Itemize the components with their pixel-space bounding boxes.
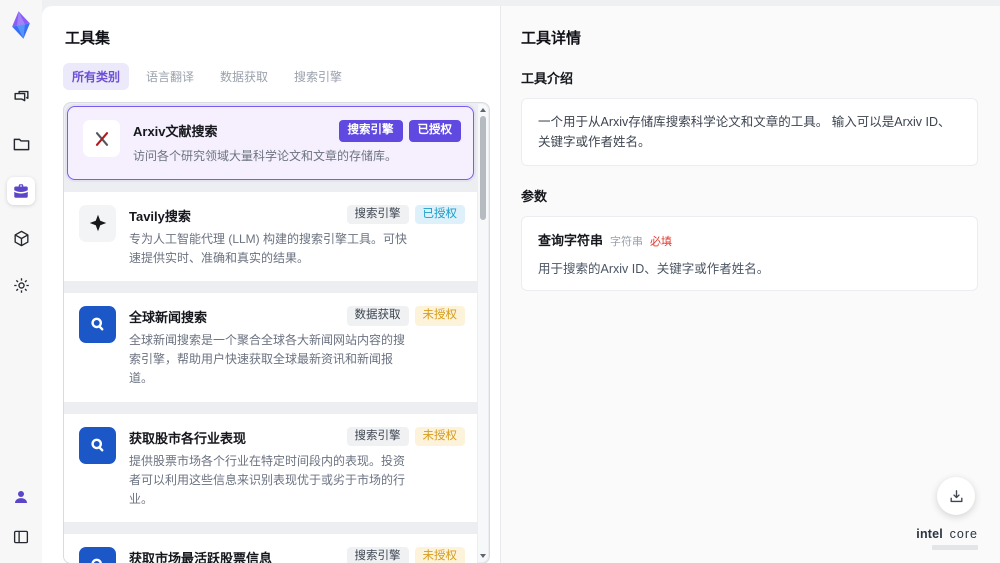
sidebar-item-chat[interactable] <box>7 83 35 111</box>
tool-card-tavily[interactable]: Tavily搜索 搜索引擎 已授权 专为人工智能代理 (LLM) 构建的搜索引擎… <box>64 191 477 282</box>
gear-icon <box>13 277 29 293</box>
tool-name: 获取市场最活跃股票信息 <box>129 551 273 563</box>
tool-name: Tavily搜索 <box>129 208 191 224</box>
scroll-down-arrow[interactable] <box>478 551 488 561</box>
sidebar-item-files[interactable] <box>7 130 35 158</box>
tool-card-sector-performance[interactable]: 获取股市各行业表现 搜索引擎 未授权 提供股票市场各个行业在特定时间段内的表现。… <box>64 413 477 523</box>
intro-box: 一个用于从Arxiv存储库搜索科学论文和文章的工具。 输入可以是Arxiv ID… <box>521 98 978 166</box>
param-description: 用于搜索的Arxiv ID、关键字或作者姓名。 <box>538 262 770 276</box>
folder-icon <box>13 138 29 150</box>
sidebar-item-collapse[interactable] <box>7 523 35 551</box>
intro-text: 一个用于从Arxiv存储库搜索科学论文和文章的工具。 输入可以是Arxiv ID… <box>538 115 951 149</box>
tab-search-engine[interactable]: 搜索引擎 <box>285 63 351 90</box>
tool-card-arxiv[interactable]: Arxiv文献搜索 搜索引擎 已授权 访问各个研究领域大量科学论文和文章的存储库… <box>67 106 474 180</box>
app-window: 工具集 所有类别 语言翻译 数据获取 搜索引擎 Arxiv文献搜索 搜索引擎 已… <box>0 0 1000 563</box>
sidebar-item-account[interactable] <box>7 483 35 511</box>
tab-language-translation[interactable]: 语言翻译 <box>137 63 203 90</box>
brand-secondary: core <box>949 527 978 542</box>
category-badge: 搜索引擎 <box>338 120 403 142</box>
auth-badge: 未授权 <box>414 306 465 326</box>
param-type: 字符串 <box>610 236 644 248</box>
category-badge: 搜索引擎 <box>346 547 409 563</box>
auth-badge: 未授权 <box>414 547 465 563</box>
auth-badge: 未授权 <box>414 426 465 447</box>
category-badge: 搜索引擎 <box>346 426 409 447</box>
param-required-badge: 必填 <box>650 236 673 248</box>
tool-card-active-stocks[interactable]: 获取市场最活跃股票信息 搜索引擎 未授权 提供当天交易量最高的股票列表，投资者可… <box>64 534 477 563</box>
scroll-up-arrow[interactable] <box>478 105 488 115</box>
sidebar-item-packages[interactable] <box>7 224 35 252</box>
page-title: 工具集 <box>65 30 111 47</box>
download-button[interactable] <box>937 477 975 515</box>
search-logo-icon <box>79 426 116 464</box>
intel-core-logo: intel core <box>916 527 978 550</box>
tool-description: 提供股票市场各个行业在特定时间段内的表现。投资者可以利用这些信息来识别表现优于或… <box>129 453 406 506</box>
tavily-star-logo-icon <box>79 204 116 242</box>
tool-description: 专为人工智能代理 (LLM) 构建的搜索引擎工具。可快速提供实时、准确和真实的结… <box>129 231 408 265</box>
tool-card-global-news[interactable]: 全球新闻搜索 数据获取 未授权 全球新闻搜索是一个聚合全球各大新闻网站内容的搜索… <box>64 293 477 402</box>
param-name: 查询字符串 <box>538 233 604 248</box>
sidebar-item-settings[interactable] <box>7 271 35 299</box>
tool-name: 获取股市各行业表现 <box>129 430 247 446</box>
tool-description: 访问各个研究领域大量科学论文和文章的存储库。 <box>133 148 398 163</box>
arxiv-logo-icon <box>83 120 120 157</box>
list-scrollbar <box>478 104 488 562</box>
auth-badge: 已授权 <box>408 120 461 142</box>
search-logo-icon <box>79 547 116 563</box>
chat-icon <box>13 90 29 101</box>
auth-badge: 已授权 <box>414 204 465 225</box>
category-tabs: 所有类别 语言翻译 数据获取 搜索引擎 <box>63 63 490 90</box>
tool-description: 全球新闻搜索是一个聚合全球各大新闻网站内容的搜索引擎，帮助用户快速获取全球最新资… <box>129 333 406 386</box>
details-title: 工具详情 <box>521 30 582 47</box>
scrollbar-thumb[interactable] <box>480 116 486 220</box>
tab-all-categories[interactable]: 所有类别 <box>63 63 130 90</box>
category-badge: 搜索引擎 <box>346 204 409 225</box>
tab-data-fetch[interactable]: 数据获取 <box>211 63 277 90</box>
intro-heading: 工具介绍 <box>521 71 574 86</box>
tool-list-panel: 工具集 所有类别 语言翻译 数据获取 搜索引擎 Arxiv文献搜索 搜索引擎 已… <box>42 6 500 563</box>
search-logo-icon <box>79 306 116 344</box>
sidebar-item-toolbox[interactable] <box>7 177 35 205</box>
download-icon <box>950 489 962 502</box>
param-box: 查询字符串 字符串 必填 用于搜索的Arxiv ID、关键字或作者姓名。 <box>521 216 978 291</box>
left-rail <box>0 0 42 563</box>
params-heading: 参数 <box>521 189 548 204</box>
tool-details-panel: 工具详情 工具介绍 一个用于从Arxiv存储库搜索科学论文和文章的工具。 输入可… <box>500 6 1000 563</box>
panel-toggle-icon <box>13 530 29 544</box>
user-icon <box>15 491 27 503</box>
tool-name: Arxiv文献搜索 <box>133 124 218 139</box>
package-icon <box>13 230 29 246</box>
toolbox-icon <box>14 184 28 198</box>
category-badge: 数据获取 <box>346 306 409 326</box>
brand-primary: intel <box>916 527 943 542</box>
tool-name: 全球新闻搜索 <box>129 310 208 326</box>
brand-subtext-bar <box>932 545 978 550</box>
app-logo-icon <box>6 9 36 41</box>
tool-list: Arxiv文献搜索 搜索引擎 已授权 访问各个研究领域大量科学论文和文章的存储库… <box>63 102 490 563</box>
